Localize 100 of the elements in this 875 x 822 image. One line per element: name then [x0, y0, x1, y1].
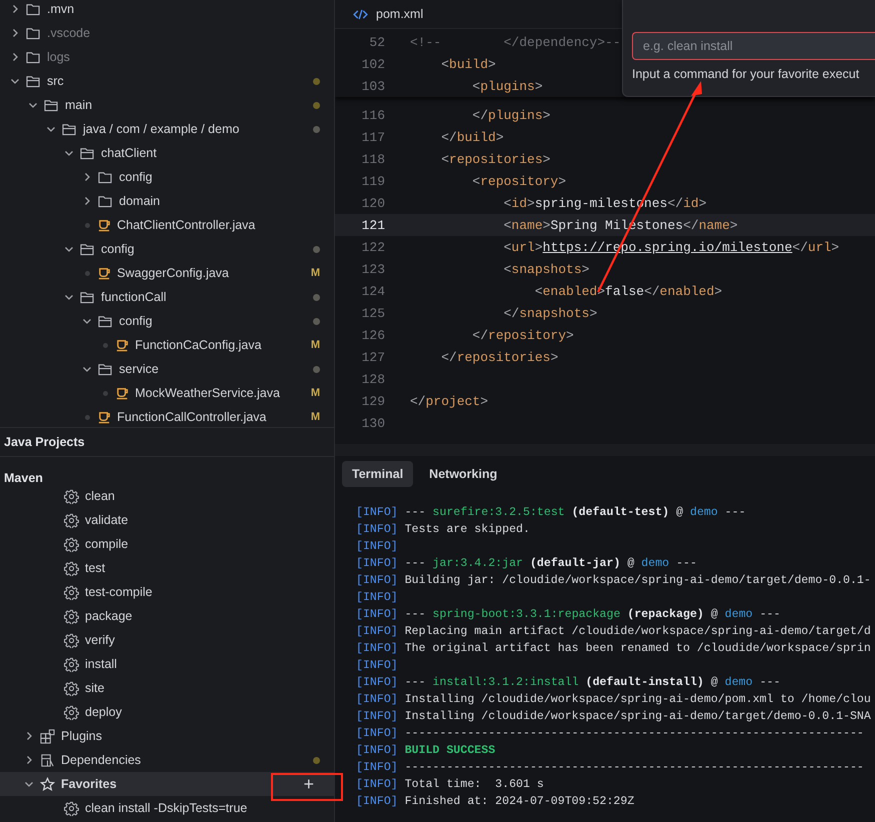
- highlight-rectangle: [271, 773, 343, 801]
- chevron-icon[interactable]: [24, 731, 34, 741]
- open-folder-icon: [80, 146, 95, 160]
- open-folder-icon: [62, 122, 77, 136]
- file-tree-item[interactable]: service: [119, 362, 307, 376]
- file-tree-item[interactable]: .vscode: [47, 26, 320, 40]
- terminal-line: [INFO] Tests are skipped.: [356, 522, 531, 538]
- line-number: 123: [360, 262, 386, 276]
- maven-goal[interactable]: compile: [85, 537, 320, 551]
- chevron-icon[interactable]: [10, 28, 20, 38]
- gear-icon: [64, 656, 79, 672]
- terminal-line: [INFO] ------------------------------------------------------------------: [356, 726, 865, 742]
- line-number: 125: [360, 306, 386, 320]
- terminal-line: [INFO] Installing /cloudide/workspace/spring-ai-demo/target/demo-0.0.1-SNA: [356, 709, 872, 725]
- chevron-icon[interactable]: [10, 4, 20, 14]
- maven-group[interactable]: Favorites: [61, 777, 292, 791]
- file-tree-item[interactable]: functionCall: [101, 290, 307, 304]
- line-number: 130: [360, 416, 386, 430]
- open-folder-icon: [44, 98, 59, 112]
- gear-icon: [64, 560, 79, 576]
- line-number: 102: [360, 56, 386, 72]
- file-tree-item[interactable]: main: [65, 98, 307, 112]
- terminal-line: [INFO] Total time: 3.601 s: [356, 777, 545, 793]
- file-tree-item[interactable]: logs: [47, 50, 320, 64]
- line-number: 124: [360, 284, 386, 298]
- blocks-icon: [40, 728, 55, 744]
- line-number: 121: [360, 218, 386, 232]
- chevron-icon[interactable]: [64, 292, 74, 302]
- folder-icon: [26, 2, 41, 16]
- line-number: 52: [368, 34, 386, 50]
- file-tree-item[interactable]: config: [119, 314, 307, 328]
- tree-row[interactable]: Favorites +: [0, 772, 334, 796]
- file-tree-item[interactable]: ChatClientController.java: [117, 218, 320, 232]
- chevron-icon[interactable]: [28, 100, 38, 110]
- file-tree-item[interactable]: domain: [119, 194, 320, 208]
- file-tree-item[interactable]: FunctionCallController.java: [117, 410, 305, 424]
- panel-tab[interactable]: Terminal: [342, 461, 414, 487]
- open-folder-icon: [98, 362, 113, 376]
- chevron-icon[interactable]: [10, 52, 20, 62]
- terminal-line: [INFO] Installing /cloudide/workspace/spring-ai-demo/pom.xml to /home/clou: [356, 692, 872, 708]
- terminal-line: [INFO] --- install:3.1.2:install (default-install) @ demo ---: [356, 675, 782, 691]
- gear-icon: [64, 512, 79, 528]
- chevron-icon[interactable]: [82, 316, 92, 326]
- line-number: 122: [360, 240, 386, 254]
- chevron-icon[interactable]: [82, 196, 92, 206]
- add-button[interactable]: +: [297, 774, 320, 794]
- file-tree-item[interactable]: java / com / example / demo: [83, 122, 307, 136]
- terminal-line: [INFO]: [356, 658, 399, 674]
- file-tree-item[interactable]: SwaggerConfig.java: [117, 266, 305, 280]
- maven-goal[interactable]: install: [85, 657, 320, 671]
- section-title[interactable]: Maven: [4, 471, 43, 485]
- code-line: </snapshots>: [502, 306, 598, 320]
- maven-goal[interactable]: test-compile: [85, 585, 320, 599]
- line-number: 129: [360, 394, 386, 408]
- open-folder-icon: [26, 74, 41, 88]
- terminal-line: [INFO] Building jar: /cloudide/workspace/spring-ai-demo/target/demo-0.0.1-: [356, 573, 872, 589]
- maven-goal[interactable]: verify: [85, 633, 320, 647]
- code-line: </repositories>: [440, 350, 558, 364]
- file-tree-item[interactable]: FunctionCaConfig.java: [135, 338, 305, 352]
- terminal-line: [INFO] --- jar:3.4.2:jar (default-jar) @ demo ---: [356, 556, 698, 572]
- code-line: <repositories>: [440, 152, 550, 166]
- file-tree-item[interactable]: .mvn: [47, 2, 320, 16]
- maven-goal[interactable]: deploy: [85, 705, 320, 719]
- chevron-icon[interactable]: [10, 76, 20, 86]
- section-title[interactable]: Java Projects: [4, 435, 85, 449]
- maven-goal[interactable]: package: [85, 609, 320, 623]
- maven-goal[interactable]: validate: [85, 513, 320, 527]
- modified-label: M: [310, 411, 320, 423]
- file-tree-item[interactable]: config: [101, 242, 307, 256]
- chevron-icon[interactable]: [64, 244, 74, 254]
- maven-group[interactable]: Plugins: [61, 729, 320, 743]
- code-line: </project>: [410, 394, 488, 408]
- maven-goal[interactable]: clean: [85, 489, 320, 503]
- tree-row[interactable]: Plugins: [0, 724, 334, 748]
- list-icon: [40, 752, 55, 768]
- chevron-icon[interactable]: [82, 172, 92, 182]
- command-input[interactable]: e.g. clean install: [632, 32, 875, 60]
- maven-goal[interactable]: test: [85, 561, 320, 575]
- file-tree-item[interactable]: config: [119, 170, 320, 184]
- chevron-icon[interactable]: [24, 755, 34, 765]
- code-line: </build>: [440, 130, 504, 144]
- panel-tab[interactable]: Networking: [419, 461, 508, 487]
- coffee-cup-icon: [116, 386, 129, 400]
- terminal-line: [INFO] BUILD SUCCESS: [356, 743, 496, 759]
- file-tree-item[interactable]: MockWeatherService.java: [135, 386, 305, 400]
- file-tab[interactable]: pom.xml: [376, 7, 424, 21]
- chevron-icon[interactable]: [82, 364, 92, 374]
- maven-group[interactable]: Dependencies: [61, 753, 307, 767]
- file-tree-item[interactable]: chatClient: [101, 146, 320, 160]
- file-tree-item[interactable]: src: [47, 74, 307, 88]
- tree-row[interactable]: Dependencies: [0, 748, 334, 772]
- favorite-command[interactable]: clean install -DskipTests=true: [85, 801, 320, 815]
- terminal-line: [INFO] --- surefire:3.2.5:test (default-test) @ demo ---: [356, 505, 747, 521]
- chevron-icon[interactable]: [46, 124, 56, 134]
- chevron-icon[interactable]: [24, 779, 34, 789]
- chevron-icon[interactable]: [64, 148, 74, 158]
- maven-goal[interactable]: site: [85, 681, 320, 695]
- code-line: <build>: [440, 56, 496, 72]
- code-line: </plugins>: [471, 108, 550, 122]
- line-number: 117: [360, 130, 386, 144]
